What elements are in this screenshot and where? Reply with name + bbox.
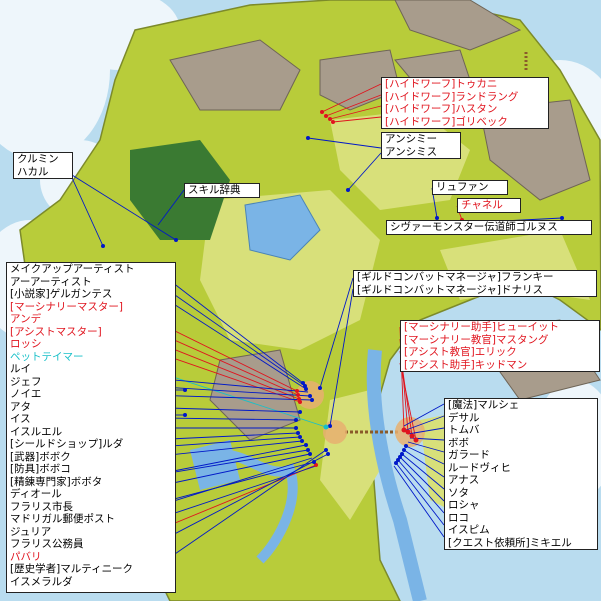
npc-label: チャネル: [461, 199, 503, 211]
npc-label: [小説家]ゲルガンテス: [10, 288, 113, 300]
npc-label: スキル辞典: [188, 184, 241, 196]
npc-label: アンシミス: [385, 145, 438, 158]
label-anshimi: アンシミー アンシミス: [381, 132, 461, 159]
npc-label: リュファン: [436, 181, 489, 193]
npc-label: [ギルドコンバットマネージャ]ドナリス: [357, 283, 543, 296]
npc-label: クルミン: [17, 153, 59, 165]
npc-label: ジェフ: [10, 375, 42, 388]
npc-label: シヴァーモンスター伝道師ゴルヌス: [390, 221, 558, 233]
npc-label: マドリガル郵便ポスト: [10, 513, 115, 525]
npc-label: [ハイドワーフ]ハスタン: [385, 103, 498, 115]
npc-label: [アシストマスター]: [10, 325, 102, 338]
npc-label: [シールドショップ]ルダ: [10, 438, 124, 450]
label-mercenary-assist: [マーシナリー助手]ヒューイット [マーシナリー教官]マスタング [アシスト教官…: [400, 320, 600, 372]
label-guild-combat: [ギルドコンバットマネージャ]フランキー [ギルドコンバットマネージャ]ドナリス: [353, 270, 597, 297]
label-chaneru: チャネル: [457, 198, 521, 213]
npc-label: アーアーティスト: [10, 275, 92, 288]
npc-label: [アシスト助手]キッドマン: [404, 358, 528, 371]
npc-label: パバリ: [10, 550, 42, 563]
npc-label: [歴史学者]マルティニーク: [10, 563, 134, 575]
npc-label: [武器]ボボク: [10, 450, 71, 463]
label-east-town-npcs: [魔法]マルシェ デサル トムバ ボボ ガラード ルードヴィヒ アナス ソタ ロ…: [444, 398, 598, 550]
label-high-dwarves: [ハイドワーフ]トゥカニ [ハイドワーフ]ランドラング [ハイドワーフ]ハスタン…: [381, 77, 549, 129]
npc-label: [ハイドワーフ]トゥカニ: [385, 78, 498, 90]
npc-label: ロッシ: [10, 338, 42, 350]
npc-label: [ギルドコンバットマネージャ]フランキー: [357, 271, 554, 283]
label-crumin: クルミン ハカル: [13, 152, 73, 179]
npc-label: アンシミー: [385, 133, 438, 145]
label-ryufan: リュファン: [432, 180, 508, 195]
npc-label: アナス: [448, 474, 480, 486]
npc-label: イスメラルダ: [10, 575, 73, 588]
npc-label: [ハイドワーフ]ランドラング: [385, 90, 519, 103]
npc-label: [精錬専門家]ボボタ: [10, 475, 103, 488]
npc-label: [防具]ボボコ: [10, 463, 71, 475]
npc-label: ロコ: [448, 511, 469, 524]
npc-label: トムバ: [448, 424, 480, 436]
npc-label: [マーシナリー助手]ヒューイット: [404, 321, 559, 333]
npc-label: [マーシナリー教官]マスタング: [404, 333, 549, 346]
npc-label: デサル: [448, 411, 480, 424]
npc-label: [魔法]マルシェ: [448, 399, 520, 411]
npc-label: イス: [10, 413, 31, 425]
label-west-town-npcs: メイクアップアーティスト アーアーティスト [小説家]ゲルガンテス [マーシナリ…: [6, 262, 176, 593]
npc-label: [マーシナリーマスター]: [10, 300, 123, 313]
npc-label: メイクアップアーティスト: [10, 263, 135, 275]
npc-label: フラリス市長: [10, 500, 73, 513]
npc-label: ペットテイマー: [10, 350, 84, 363]
label-skill-dictionary: スキル辞典: [184, 183, 260, 198]
npc-label: [ハイドワーフ]ゴリベック: [385, 115, 508, 128]
npc-label: ガラード: [448, 449, 490, 461]
npc-label: ルードヴィヒ: [448, 461, 511, 474]
npc-label: [アシスト教官]エリック: [404, 346, 517, 358]
npc-label: ルイ: [10, 363, 31, 375]
npc-label: アタ: [10, 400, 31, 413]
npc-label: ソタ: [448, 486, 469, 499]
npc-label: ノイエ: [10, 388, 42, 400]
npc-label: ディオール: [10, 488, 62, 500]
npc-label: [クエスト依頼所]ミキエル: [448, 536, 572, 549]
npc-label: アンデ: [10, 313, 42, 325]
npc-label: ジュリア: [10, 525, 52, 538]
npc-label: ロシャ: [448, 499, 480, 511]
npc-label: ハカル: [17, 165, 49, 178]
npc-label: イスルエル: [10, 425, 63, 438]
npc-label: ボボ: [448, 436, 469, 449]
npc-label: イスピム: [448, 524, 490, 536]
npc-label: フラリス公務員: [10, 538, 84, 550]
label-golnus: シヴァーモンスター伝道師ゴルヌス: [386, 220, 592, 235]
